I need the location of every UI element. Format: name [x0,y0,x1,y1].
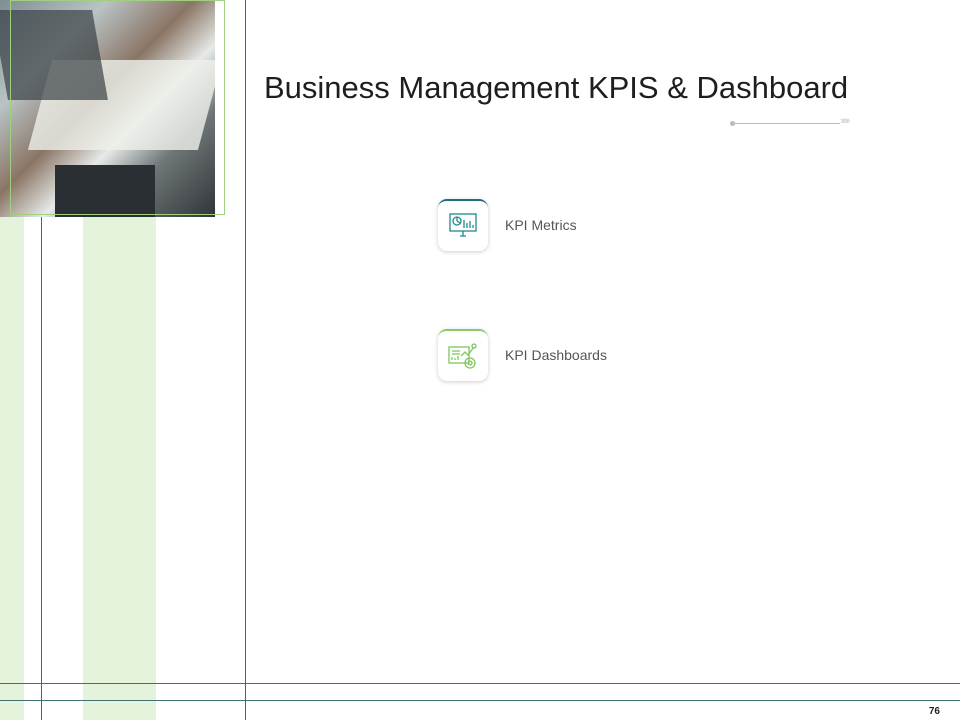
list-item[interactable]: KPI Metrics [438,199,577,251]
title-underline-decor: ››››› [730,115,875,130]
photo-frame [10,0,225,215]
list-item[interactable]: KPI Dashboards [438,329,607,381]
page-title: Business Management KPIS & Dashboard [264,70,849,105]
item-label: KPI Dashboards [505,347,607,363]
item-label: KPI Metrics [505,217,577,233]
decor-hline-1 [0,683,960,684]
monitor-chart-icon [438,199,488,251]
page-number: 76 [928,706,940,717]
decor-hline-2 [0,700,960,701]
decor-vline-2 [245,0,246,720]
dashboard-gear-icon [438,329,488,381]
